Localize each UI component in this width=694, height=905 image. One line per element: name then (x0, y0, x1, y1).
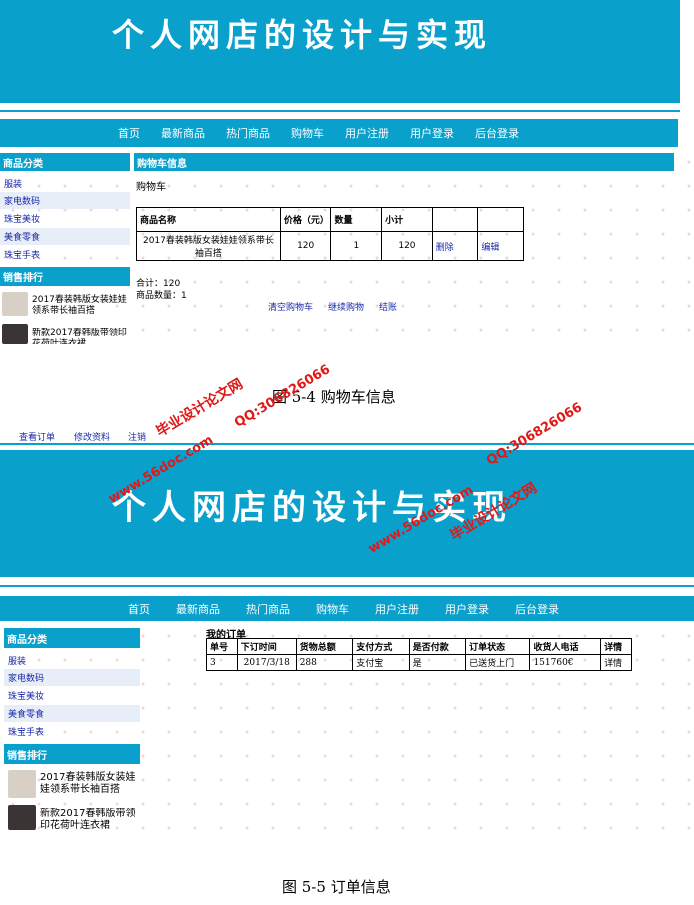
cell-qty: 1 (330, 231, 383, 261)
cell-phone: 151760€ (529, 654, 602, 671)
main-nav: 首页 最新商品 热门商品 购物车 用户注册 用户登录 后台登录 (0, 119, 678, 147)
nav2-item-login[interactable]: 用户登录 (445, 601, 489, 617)
cart-header-row: 商品名称 价格（元） 数量 小计 (136, 207, 524, 232)
col-edit (477, 207, 524, 232)
nav-item-home[interactable]: 首页 (118, 125, 140, 141)
nav-item-hot[interactable]: 热门商品 (226, 125, 270, 141)
orders-screenshot: 个人网店的设计与实现 首页 最新商品 热门商品 购物车 用户注册 用户登录 后台… (0, 450, 694, 830)
cell-status: 已送货上门 (465, 654, 531, 671)
rank-heading-2: 销售排行 (4, 744, 140, 764)
col-pay-method: 支付方式 (352, 638, 410, 655)
nav-item-login[interactable]: 用户登录 (410, 125, 454, 141)
orders-table: 单号 下订时间 货物总额 支付方式 是否付款 订单状态 收货人电话 详情 3 2… (206, 638, 632, 671)
category-electronics[interactable]: 家电数码 (0, 192, 130, 209)
cart-count: 商品数量：1 (136, 291, 187, 301)
rank2-item-2[interactable]: 新款2017春韩版带领印花荷叶连衣裙 (40, 808, 138, 830)
delete-link[interactable]: 删除 (431, 231, 479, 261)
nav2-item-admin[interactable]: 后台登录 (515, 601, 559, 617)
cart-subtitle: 购物车 (136, 182, 166, 193)
nav2-item-home[interactable]: 首页 (128, 601, 150, 617)
rank-thumb-2[interactable] (2, 324, 28, 344)
col-price: 价格（元） (279, 207, 332, 232)
banner-stripe (0, 110, 680, 112)
col-detail: 详情 (600, 638, 632, 655)
category2-snacks[interactable]: 美食零食 (4, 705, 140, 722)
category-watches[interactable]: 珠宝手表 (0, 246, 130, 263)
nav2-item-cart[interactable]: 购物车 (316, 601, 349, 617)
category-heading-2: 商品分类 (4, 628, 140, 648)
watermark-name-1: 毕业设计论文网 (153, 376, 246, 441)
rank2-item-1[interactable]: 2017春装韩版女装娃娃领系带长袖百搭 (40, 772, 138, 796)
col-order-total: 货物总额 (295, 638, 354, 655)
category-clothing[interactable]: 服装 (0, 175, 130, 192)
cart-bar: 购物车信息 (134, 153, 674, 171)
category2-electronics[interactable]: 家电数码 (4, 669, 140, 686)
edit-profile-link[interactable]: 修改资料 (74, 430, 110, 443)
top-stripe-2 (0, 443, 694, 445)
table-row: 3 2017/3/18 288 支付宝 是 已送货上门 151760€ 详情 (206, 654, 632, 671)
caption-orders: 图 5-5 订单信息 (282, 878, 391, 896)
col-phone: 收货人电话 (529, 638, 602, 655)
category-cosmetics[interactable]: 珠宝美妆 (0, 210, 130, 227)
cell-name: 2017春装韩版女装娃娃领系带长袖百搭 (136, 231, 281, 261)
cell-order-id: 3 (206, 654, 238, 671)
nav-item-register[interactable]: 用户注册 (345, 125, 389, 141)
cell-price: 120 (279, 231, 332, 261)
col-status: 订单状态 (465, 638, 531, 655)
checkout-link[interactable]: 结账 (379, 300, 397, 313)
nav-item-admin[interactable]: 后台登录 (475, 125, 519, 141)
category2-watches[interactable]: 珠宝手表 (4, 723, 140, 740)
cell-order-date: 2017/3/18 (236, 654, 297, 671)
cell-subtotal: 120 (381, 231, 433, 261)
nav-item-cart[interactable]: 购物车 (291, 125, 324, 141)
col-name: 商品名称 (136, 207, 281, 232)
col-paid: 是否付款 (408, 638, 467, 655)
site-banner: 个人网店的设计与实现 (0, 0, 680, 103)
col-delete (431, 207, 479, 232)
nav-item-new[interactable]: 最新商品 (161, 125, 205, 141)
category-snacks[interactable]: 美食零食 (0, 228, 130, 245)
main-nav-2: 首页 最新商品 热门商品 购物车 用户注册 用户登录 后台登录 (0, 596, 694, 621)
table-row: 2017春装韩版女装娃娃领系带长袖百搭 120 1 120 删除 编辑 (136, 231, 524, 261)
detail-link[interactable]: 详情 (600, 654, 632, 671)
cell-order-total: 288 (295, 654, 354, 671)
orders-header-row: 单号 下订时间 货物总额 支付方式 是否付款 订单状态 收货人电话 详情 (206, 638, 632, 655)
site-banner-2: 个人网店的设计与实现 (0, 450, 694, 577)
rank2-thumb-1[interactable] (8, 770, 36, 798)
cart-table: 商品名称 价格（元） 数量 小计 2017春装韩版女装娃娃领系带长袖百搭 120… (136, 207, 524, 261)
cell-paid: 是 (408, 654, 467, 671)
rank-heading: 销售排行 (0, 267, 130, 286)
clear-cart-link[interactable]: 清空购物车 (268, 300, 313, 313)
rank-item-1[interactable]: 2017春装韩版女装娃娃领系带长袖百搭 (32, 295, 128, 317)
site-title: 个人网店的设计与实现 (112, 16, 493, 54)
cart-screenshot: 个人网店的设计与实现 首页 最新商品 热门商品 购物车 用户注册 用户登录 后台… (0, 0, 694, 345)
col-order-id: 单号 (206, 638, 238, 655)
rank2-thumb-2[interactable] (8, 805, 36, 830)
continue-shopping-link[interactable]: 继续购物 (328, 300, 364, 313)
logout-link[interactable]: 注销 (128, 430, 146, 443)
nav2-item-hot[interactable]: 热门商品 (246, 601, 290, 617)
cell-pay-method: 支付宝 (352, 654, 410, 671)
category2-cosmetics[interactable]: 珠宝美妆 (4, 687, 140, 704)
rank-thumb-1[interactable] (2, 292, 28, 316)
rank-item-2[interactable]: 新款2017春韩版带领印花荷叶连衣裙 (32, 328, 128, 344)
nav2-item-register[interactable]: 用户注册 (375, 601, 419, 617)
col-subtotal: 小计 (381, 207, 433, 232)
col-order-date: 下订时间 (236, 638, 297, 655)
category2-clothing[interactable]: 服装 (4, 652, 140, 669)
banner-stripe-2 (0, 585, 694, 587)
category-heading: 商品分类 (0, 153, 130, 171)
edit-link[interactable]: 编辑 (477, 231, 524, 261)
col-qty: 数量 (330, 207, 383, 232)
view-orders-link[interactable]: 查看订单 (19, 430, 55, 443)
nav2-item-new[interactable]: 最新商品 (176, 601, 220, 617)
